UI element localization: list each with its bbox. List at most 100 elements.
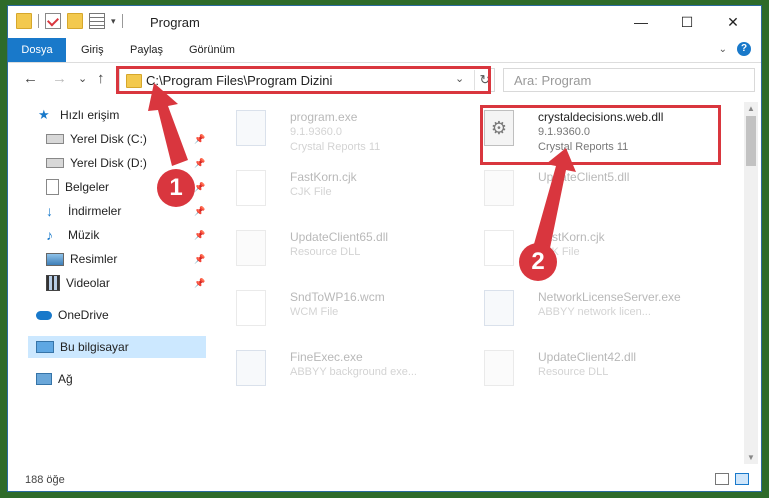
sidebar-item-videos[interactable]: Videolar 📌 — [8, 272, 208, 294]
file-detail: ABBYY network licen... — [538, 306, 651, 318]
list-item[interactable]: UpdateClient5.dll — [466, 166, 706, 220]
star-icon: ★ — [38, 107, 50, 122]
sidebar-item-music[interactable]: ♪ Müzik 📌 — [8, 224, 208, 246]
folder-icon — [126, 74, 142, 88]
vertical-scrollbar[interactable]: ▲ ▼ — [744, 102, 758, 464]
list-item[interactable]: UpdateClient42.dll Resource DLL — [466, 346, 706, 400]
file-name: NetworkLicenseServer.exe — [538, 290, 681, 304]
sidebar-item-this-pc[interactable]: Bu bilgisayar — [28, 336, 206, 358]
search-input[interactable]: Ara: Program — [503, 68, 755, 92]
list-item[interactable]: FastKorn.cjk CJK File — [218, 166, 458, 220]
properties-icon[interactable] — [45, 13, 61, 29]
divider — [121, 14, 123, 28]
file-detail: 9.1.9360.0 — [538, 126, 590, 138]
up-button[interactable]: ↑ — [97, 70, 105, 87]
file-detail: ABBYY background exe... — [290, 366, 417, 378]
scroll-up-icon[interactable]: ▲ — [747, 104, 755, 113]
back-button[interactable]: ← — [23, 70, 38, 87]
sidebar-item-network[interactable]: Ağ — [8, 368, 208, 390]
file-name: FastKorn.cjk — [290, 170, 357, 184]
pictures-icon — [46, 252, 64, 266]
pin-icon[interactable]: 📌 — [194, 278, 205, 289]
list-item[interactable]: UpdateClient65.dll Resource DLL — [218, 226, 458, 280]
close-button[interactable]: ✕ — [710, 6, 756, 38]
pin-icon[interactable]: 📌 — [194, 230, 205, 241]
help-icon[interactable]: ? — [737, 42, 751, 56]
installer-icon — [236, 110, 266, 146]
blank-file-icon — [484, 230, 514, 266]
maximize-button[interactable]: ☐ — [664, 6, 710, 38]
file-detail: 9.1.9360.0 — [290, 126, 342, 138]
forward-button[interactable]: → — [52, 70, 67, 87]
videos-icon — [46, 275, 60, 291]
pin-icon[interactable]: 📌 — [194, 254, 205, 265]
new-folder-icon[interactable] — [67, 13, 83, 29]
address-path[interactable]: C:\Program Files\Program Dizini — [146, 73, 332, 88]
file-list: program.exe 9.1.9360.0 Crystal Reports 1… — [218, 102, 738, 472]
list-item[interactable]: FineExec.exe ABBYY background exe... — [218, 346, 458, 400]
tab-gorunum[interactable]: Görünüm — [189, 38, 235, 62]
file-name: UpdateClient65.dll — [290, 230, 389, 244]
step-2-badge: 2 — [519, 243, 557, 281]
explorer-window: ▾ Program — ☐ ✕ Dosya Giriş Paylaş Görün… — [7, 5, 762, 492]
tab-dosya[interactable]: Dosya — [8, 38, 66, 62]
pin-icon[interactable]: 📌 — [194, 206, 205, 217]
pin-icon[interactable]: 📌 — [194, 158, 205, 169]
tab-paylas[interactable]: Paylaş — [130, 38, 163, 62]
file-detail: Resource DLL — [290, 246, 361, 258]
list-item-crystaldecisions-dll[interactable]: ⚙ crystaldecisions.web.dll 9.1.9360.0 Cr… — [466, 106, 706, 160]
file-name: FineExec.exe — [290, 350, 363, 364]
title-bar: ▾ Program — ☐ ✕ — [8, 6, 761, 38]
tab-giris[interactable]: Giriş — [81, 38, 104, 62]
list-item[interactable]: NetworkLicenseServer.exe ABBYY network l… — [466, 286, 706, 340]
ribbon-controls: ⌄ ? — [719, 42, 751, 56]
list-item[interactable]: FastKorn.cjk CJK File — [466, 226, 706, 280]
blank-file-icon — [236, 290, 266, 326]
sidebar-item-quick-access[interactable]: ★ Hızlı erişim — [8, 104, 208, 126]
file-name: SndToWP16.wcm — [290, 290, 385, 304]
search-placeholder: Ara: Program — [514, 73, 592, 88]
minimize-button[interactable]: — — [618, 6, 664, 38]
refresh-button[interactable]: ↻ — [474, 70, 495, 90]
sidebar-item-label: OneDrive — [58, 308, 109, 322]
address-bar[interactable]: C:\Program Files\Program Dizini ⌄ ↻ — [119, 68, 495, 92]
file-name: UpdateClient5.dll — [538, 170, 630, 184]
drive-icon — [46, 158, 64, 168]
sidebar-item-pictures[interactable]: Resimler 📌 — [8, 248, 208, 270]
dll-gear-icon — [484, 170, 514, 206]
ribbon: Dosya Giriş Paylaş Görünüm ⌄ ? — [8, 38, 761, 63]
file-detail: Crystal Reports 11 — [290, 141, 381, 153]
item-count: 188 öğe — [25, 474, 65, 486]
file-detail: CJK File — [290, 186, 332, 198]
file-name: crystaldecisions.web.dll — [538, 110, 664, 124]
chevron-down-icon[interactable]: ⌄ — [455, 72, 464, 85]
pin-icon[interactable]: 📌 — [194, 182, 205, 193]
scrollbar-thumb[interactable] — [746, 116, 756, 166]
tiles-view-icon[interactable] — [735, 473, 749, 485]
dll-gear-icon — [484, 350, 514, 386]
sidebar-item-onedrive[interactable]: OneDrive — [8, 304, 208, 326]
sidebar-item-label: İndirmeler — [68, 204, 122, 218]
list-item[interactable]: program.exe 9.1.9360.0 Crystal Reports 1… — [218, 106, 458, 160]
list-item[interactable]: SndToWP16.wcm WCM File — [218, 286, 458, 340]
app-window-icon — [484, 290, 514, 326]
pin-icon[interactable]: 📌 — [194, 134, 205, 145]
chevron-down-icon[interactable]: ▾ — [111, 16, 116, 27]
blank-file-icon — [236, 170, 266, 206]
sidebar-item-label: Bu bilgisayar — [60, 340, 129, 354]
expand-ribbon-icon[interactable]: ⌄ — [719, 44, 727, 55]
sidebar-item-label: Yerel Disk (C:) — [70, 132, 147, 146]
view-switcher — [715, 473, 749, 485]
sidebar-item-label: Belgeler — [65, 180, 110, 194]
sidebar-item-disk-c[interactable]: Yerel Disk (C:) 📌 — [8, 128, 208, 150]
recent-locations-button[interactable]: ⌄ — [78, 72, 87, 85]
drive-icon — [46, 134, 64, 144]
scroll-down-icon[interactable]: ▼ — [747, 453, 755, 462]
sidebar-item-label: Videolar — [66, 276, 110, 290]
view-options-icon[interactable] — [89, 13, 105, 29]
sidebar-item-label: Ağ — [58, 372, 73, 386]
download-icon: ↓ — [46, 203, 53, 219]
folder-icon — [16, 13, 32, 29]
status-bar: 188 öğe — [8, 469, 761, 491]
details-view-icon[interactable] — [715, 473, 729, 485]
